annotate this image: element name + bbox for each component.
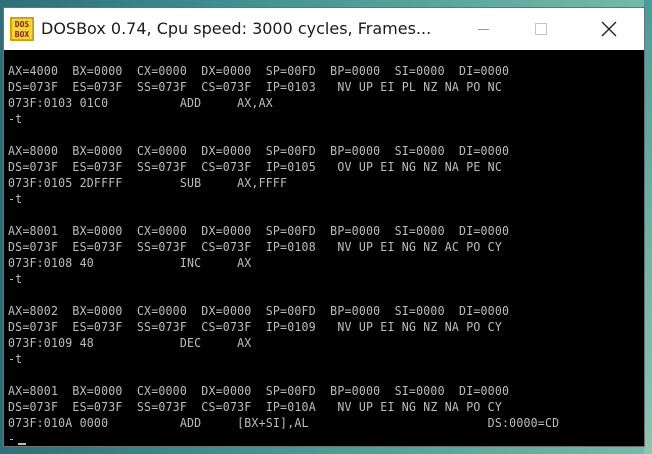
console-line: DS=073F ES=073F SS=073F CS=073F IP=0105 … xyxy=(8,159,503,174)
console-line: AX=4000 BX=0000 CX=0000 DX=0000 SP=00FD … xyxy=(8,63,510,78)
maximize-icon xyxy=(535,23,547,35)
svg-text:DOS: DOS xyxy=(15,20,30,29)
console-line: 073F:0108 40 INC AX xyxy=(8,255,252,270)
console-line: -t xyxy=(8,271,23,286)
console-line: DS=073F ES=073F SS=073F CS=073F IP=0103 … xyxy=(8,79,503,94)
dosbox-window: DOS BOX DOSBox 0.74, Cpu speed: 3000 cyc… xyxy=(4,8,644,446)
dosbox-icon: DOS BOX xyxy=(10,17,34,41)
console-line: 073F:0105 2DFFFF SUB AX,FFFF xyxy=(8,175,288,190)
close-icon xyxy=(601,21,617,37)
console-line: AX=8002 BX=0000 CX=0000 DX=0000 SP=00FD … xyxy=(8,303,510,318)
window-title: DOSBox 0.74, Cpu speed: 3000 cycles, Fra… xyxy=(41,19,432,38)
console-line: AX=8001 BX=0000 CX=0000 DX=0000 SP=00FD … xyxy=(8,383,510,398)
close-button[interactable] xyxy=(586,8,632,50)
minimize-button[interactable] xyxy=(460,8,506,50)
console-line: DS=073F ES=073F SS=073F CS=073F IP=010A … xyxy=(8,399,503,414)
command-prompt: - xyxy=(8,431,16,446)
console-line: 073F:010A 0000 ADD [BX+SI],AL DS:0000=CD xyxy=(8,415,560,430)
desktop-background xyxy=(644,0,652,454)
maximize-button[interactable] xyxy=(518,8,564,50)
console-line: -t xyxy=(8,351,23,366)
console-line: -t xyxy=(8,111,23,126)
dos-console[interactable]: AX=4000 BX=0000 CX=0000 DX=0000 SP=00FD … xyxy=(4,50,644,446)
console-line: 073F:0103 01C0 ADD AX,AX xyxy=(8,95,273,110)
svg-text:BOX: BOX xyxy=(15,30,30,39)
console-line: DS=073F ES=073F SS=073F CS=073F IP=0109 … xyxy=(8,319,503,334)
console-line: AX=8001 BX=0000 CX=0000 DX=0000 SP=00FD … xyxy=(8,223,510,238)
title-bar[interactable]: DOS BOX DOSBox 0.74, Cpu speed: 3000 cyc… xyxy=(4,8,644,50)
console-line: -t xyxy=(8,191,23,206)
console-line: 073F:0109 48 DEC AX xyxy=(8,335,252,350)
console-line: DS=073F ES=073F SS=073F CS=073F IP=0108 … xyxy=(8,239,503,254)
minimize-icon xyxy=(477,28,489,30)
text-cursor xyxy=(18,443,26,445)
console-line: AX=8000 BX=0000 CX=0000 DX=0000 SP=00FD … xyxy=(8,143,510,158)
